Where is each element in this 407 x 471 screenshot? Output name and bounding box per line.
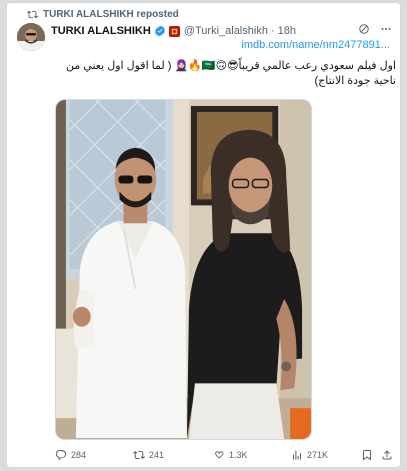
repost-label: TURKI ALALSHIKH reposted: [43, 8, 179, 20]
like-count: 1.3K: [229, 450, 248, 460]
timestamp[interactable]: 18h: [278, 25, 296, 37]
tweet-header: TURKI ALALSHIKH @Turki_alalshikh · 18h: [51, 23, 396, 39]
repost-button[interactable]: 241: [133, 449, 164, 461]
flag-badge-icon: [168, 25, 180, 37]
tweet-photo[interactable]: [55, 99, 312, 440]
tweet-text: اول فيلم سعودي رعب عالمي قريباً😎🙃🇸🇦🔥🧕🏻 (…: [65, 60, 396, 87]
repost-icon: [27, 10, 38, 18]
views-button[interactable]: 271K: [291, 449, 328, 461]
reply-count: 284: [71, 450, 87, 460]
author-name[interactable]: TURKI ALALSHIKH: [51, 25, 151, 37]
repost-indicator[interactable]: TURKI ALALSHIKH reposted: [27, 7, 179, 21]
views-count: 271K: [307, 450, 329, 460]
repost-icon: [133, 450, 145, 460]
bookmark-icon: [363, 450, 371, 461]
reply-icon: [55, 450, 67, 460]
reply-button[interactable]: 284: [55, 449, 86, 461]
like-icon: [215, 451, 224, 459]
grok-icon[interactable]: [358, 23, 370, 35]
views-icon: [293, 450, 301, 460]
imdb-link[interactable]: imdb.com/name/nm2477891...: [241, 39, 390, 51]
more-icon[interactable]: [380, 23, 392, 35]
like-button[interactable]: 1.3K: [213, 449, 248, 461]
author-handle[interactable]: @Turki_alalshikh: [184, 25, 268, 37]
photo-image: [56, 100, 311, 439]
avatar[interactable]: [17, 23, 45, 51]
verified-icon: [154, 25, 165, 37]
tweet-card[interactable]: TURKI ALALSHIKH reposted TURKI ALALSHIKH…: [6, 2, 401, 468]
share-button[interactable]: [381, 449, 393, 461]
action-bar: 284 241 1.3K 271K: [51, 448, 396, 462]
avatar-image: [17, 23, 45, 51]
share-icon: [382, 450, 392, 460]
repost-count: 241: [149, 450, 165, 460]
bookmark-button[interactable]: [361, 449, 373, 461]
separator-dot: ·: [270, 25, 275, 37]
